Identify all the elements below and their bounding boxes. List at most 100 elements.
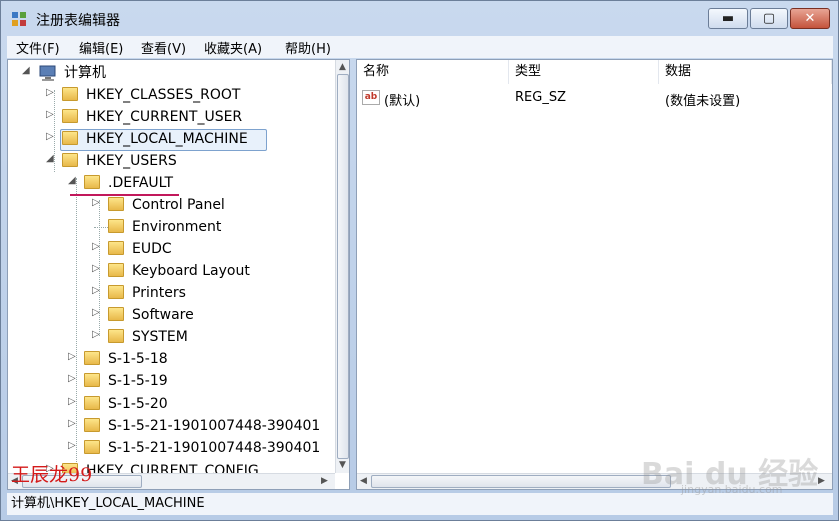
tree-item-hkey-users[interactable]: ◢ HKEY_USERS	[46, 151, 326, 171]
expand-arrow-icon[interactable]: ▷	[92, 285, 102, 296]
expand-arrow-icon[interactable]: ▷	[46, 109, 56, 120]
collapse-arrow-icon[interactable]: ◢	[22, 65, 32, 76]
folder-icon	[108, 197, 124, 211]
tree-item-label: HKEY_CURRENT_CONFIG	[86, 463, 259, 473]
close-button[interactable]: ✕	[790, 8, 830, 29]
tree-item-s-1-5-21-b[interactable]: ▷ S-1-5-21-1901007448-390401	[68, 438, 333, 458]
tree-root-computer[interactable]: ◢ 计算机	[22, 63, 322, 83]
tree-item-label: HKEY_USERS	[86, 153, 177, 169]
expand-arrow-icon[interactable]: ▷	[68, 373, 78, 384]
tree-item-system[interactable]: ▷ SYSTEM	[92, 327, 332, 347]
author-watermark: 王辰龙99	[11, 464, 93, 486]
scroll-left-arrow-icon[interactable]: ◀	[360, 476, 367, 486]
tree-item-label: HKEY_LOCAL_MACHINE	[86, 131, 248, 147]
scroll-thumb[interactable]	[371, 475, 671, 488]
folder-icon	[84, 175, 100, 189]
collapse-arrow-icon[interactable]: ◢	[68, 175, 78, 186]
folder-icon	[84, 373, 100, 387]
tree-item-label: Environment	[132, 219, 222, 235]
value-data: (数值未设置)	[665, 94, 741, 109]
tree-item-software[interactable]: ▷ Software	[92, 305, 332, 325]
maximize-button[interactable]: ▢	[750, 8, 788, 29]
registry-tree-pane[interactable]: ◢ 计算机 ▷ HKEY_CLASSES_ROOT ▷ HKEY_CURRENT…	[7, 59, 350, 490]
tree-item-keyboard-layout[interactable]: ▷ Keyboard Layout	[92, 261, 332, 281]
tree-item-label: .DEFAULT	[108, 175, 174, 191]
tree-item-printers[interactable]: ▷ Printers	[92, 283, 332, 303]
tree-item-label: Software	[132, 307, 194, 323]
status-bar: 计算机\HKEY_LOCAL_MACHINE	[7, 493, 833, 515]
title-bar[interactable]: 注册表编辑器 ▬ ▢ ✕	[1, 1, 838, 35]
folder-icon	[84, 418, 100, 432]
menu-help[interactable]: 帮助(H)	[285, 38, 331, 57]
folder-icon	[108, 329, 124, 343]
expand-arrow-icon[interactable]: ▷	[92, 241, 102, 252]
folder-icon	[62, 131, 78, 145]
tree-item-label: S-1-5-21-1901007448-390401	[108, 418, 321, 434]
tree-item-s-1-5-21-a[interactable]: ▷ S-1-5-21-1901007448-390401	[68, 416, 333, 436]
string-value-icon: ab	[362, 90, 380, 105]
expand-arrow-icon[interactable]: ▷	[92, 197, 102, 208]
tree-item-environment[interactable]: Environment	[92, 217, 332, 237]
baidu-url-watermark: jingyan.baidu.com	[681, 483, 783, 496]
scroll-right-arrow-icon[interactable]: ▶	[818, 476, 825, 486]
menu-bar: 文件(F) 编辑(E) 查看(V) 收藏夹(A) 帮助(H)	[7, 36, 833, 58]
registry-values-pane[interactable]: 名称 类型 数据 ab (默认) REG_SZ (数值未设置) ◀ ▶	[356, 59, 833, 490]
folder-icon	[108, 263, 124, 277]
expand-arrow-icon[interactable]: ▷	[68, 440, 78, 451]
tree-item-s-1-5-18[interactable]: ▷ S-1-5-18	[68, 349, 333, 369]
scroll-up-arrow-icon[interactable]: ▲	[339, 62, 346, 72]
scroll-thumb[interactable]	[337, 74, 349, 459]
menu-edit[interactable]: 编辑(E)	[79, 38, 123, 57]
menu-view[interactable]: 查看(V)	[141, 38, 186, 57]
tree-item-label: EUDC	[132, 241, 172, 257]
folder-icon	[84, 396, 100, 410]
tree-vertical-scrollbar[interactable]: ▲ ▼	[335, 60, 349, 473]
tree-item-label: SYSTEM	[132, 329, 188, 345]
value-type: REG_SZ	[515, 90, 566, 105]
expand-arrow-icon[interactable]: ▷	[92, 263, 102, 274]
tree-item-label: S-1-5-21-1901007448-390401	[108, 440, 321, 456]
folder-icon	[108, 307, 124, 321]
tree-item-label: HKEY_CURRENT_USER	[86, 109, 243, 125]
tree-item-hkey-current-user[interactable]: ▷ HKEY_CURRENT_USER	[46, 107, 326, 127]
tree-item-label: Printers	[132, 285, 186, 301]
tree-item-hkey-local-machine[interactable]: ▷ HKEY_LOCAL_MACHINE	[46, 129, 326, 149]
expand-arrow-icon[interactable]: ▷	[68, 418, 78, 429]
tree-item-control-panel[interactable]: ▷ Control Panel	[92, 195, 332, 215]
menu-favorites[interactable]: 收藏夹(A)	[204, 38, 262, 57]
column-header-type[interactable]: 类型	[509, 60, 659, 84]
menu-file[interactable]: 文件(F)	[16, 38, 60, 57]
expand-arrow-icon[interactable]: ▷	[46, 87, 56, 98]
tree-item-label: HKEY_CLASSES_ROOT	[86, 87, 241, 103]
expand-arrow-icon[interactable]: ▷	[92, 329, 102, 340]
folder-icon	[84, 351, 100, 365]
tree-item-label: Keyboard Layout	[132, 263, 250, 279]
expand-arrow-icon[interactable]: ▷	[46, 131, 56, 142]
tree-item-s-1-5-20[interactable]: ▷ S-1-5-20	[68, 394, 333, 414]
expand-arrow-icon[interactable]: ▷	[92, 307, 102, 318]
tree-item-label: Control Panel	[132, 197, 225, 213]
value-name[interactable]: (默认)	[384, 90, 420, 109]
folder-icon	[108, 219, 124, 233]
expand-arrow-icon[interactable]: ▷	[68, 396, 78, 407]
folder-icon	[62, 109, 78, 123]
folder-icon	[84, 440, 100, 454]
scroll-down-arrow-icon[interactable]: ▼	[339, 460, 346, 470]
tree-item-default[interactable]: ◢ .DEFAULT	[68, 173, 328, 193]
tree-item-hkey-classes-root[interactable]: ▷ HKEY_CLASSES_ROOT	[46, 85, 326, 105]
registry-editor-window: 注册表编辑器 ▬ ▢ ✕ 文件(F) 编辑(E) 查看(V) 收藏夹(A) 帮助…	[0, 0, 839, 521]
minimize-button[interactable]: ▬	[708, 8, 748, 29]
window-title: 注册表编辑器	[36, 13, 120, 29]
tree-item-label: S-1-5-20	[108, 396, 168, 412]
tree-root-label: 计算机	[64, 65, 106, 81]
tree-item-s-1-5-19[interactable]: ▷ S-1-5-19	[68, 371, 333, 391]
tree-item-eudc[interactable]: ▷ EUDC	[92, 239, 332, 259]
scroll-right-arrow-icon[interactable]: ▶	[321, 476, 328, 486]
expand-arrow-icon[interactable]: ▷	[68, 351, 78, 362]
column-header-name[interactable]: 名称	[357, 60, 509, 84]
collapse-arrow-icon[interactable]: ◢	[46, 153, 56, 164]
tree-item-label: S-1-5-18	[108, 351, 168, 367]
tree-item-label: S-1-5-19	[108, 373, 168, 389]
column-header-data[interactable]: 数据	[659, 60, 832, 84]
computer-icon	[39, 65, 56, 81]
